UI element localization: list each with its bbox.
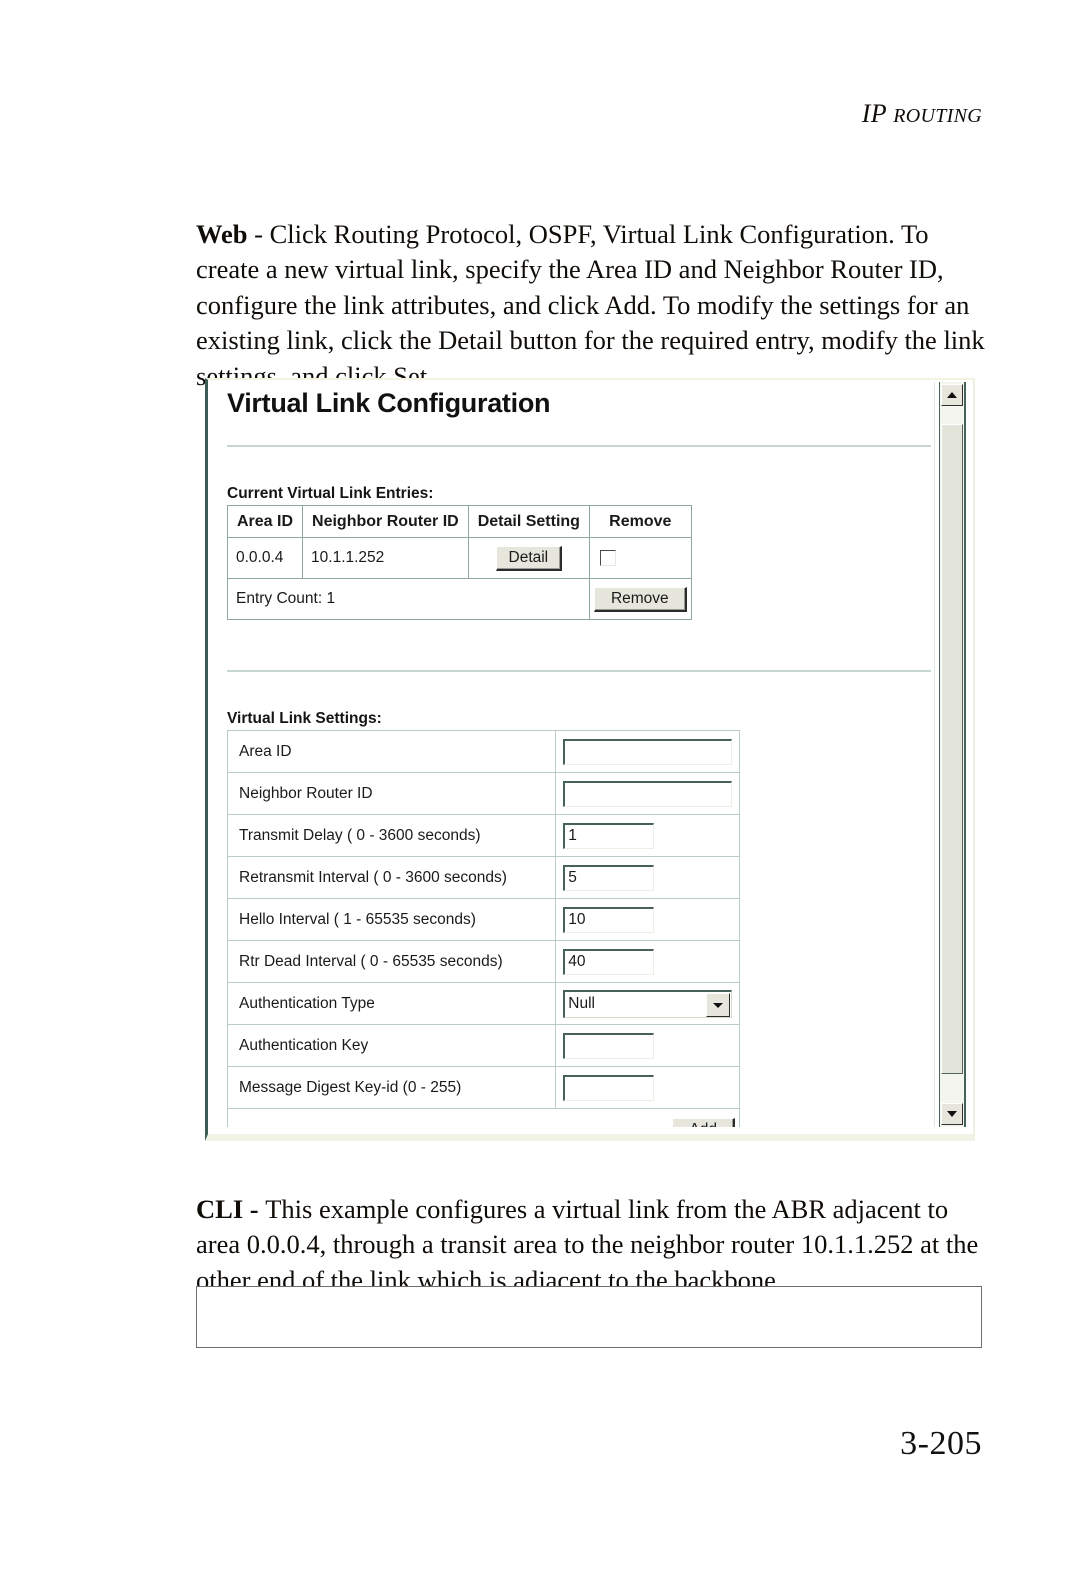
settings-label-hello-interval: Hello Interval ( 1 - 65535 seconds) (226, 898, 557, 941)
column-header-detail-setting: Detail Setting (467, 505, 590, 538)
authentication-type-selected-value: Null (568, 994, 595, 1012)
settings-row-authentication-type: Authentication Type Null (226, 982, 740, 1025)
hello-interval-input[interactable]: 10 (563, 906, 655, 933)
table-row: 0.0.0.4 10.1.1.252 Detail (226, 537, 692, 579)
settings-row-retransmit-interval: Retransmit Interval ( 0 - 3600 seconds) … (226, 856, 740, 899)
cell-remove (588, 537, 692, 579)
current-entries-label: Current Virtual Link Entries: (227, 485, 434, 502)
column-header-remove: Remove (588, 505, 692, 538)
settings-label-transmit-delay: Transmit Delay ( 0 - 3600 seconds) (226, 814, 557, 857)
settings-row-hello-interval: Hello Interval ( 1 - 65535 seconds) 10 (226, 898, 740, 941)
settings-field-neighbor-router-id (555, 772, 740, 815)
paragraph-cli-lead: CLI - (196, 1193, 266, 1224)
authentication-type-select[interactable]: Null (563, 989, 733, 1018)
column-header-area-id: Area ID (226, 505, 304, 538)
settings-field-area-id (555, 730, 740, 773)
paragraph-web: Web - Click Routing Protocol, OSPF, Virt… (196, 217, 986, 395)
settings-row-actions: Add (227, 1108, 740, 1127)
settings-field-retransmit-interval: 5 (555, 856, 740, 899)
retransmit-interval-input[interactable]: 5 (563, 864, 655, 891)
virtual-link-settings-label: Virtual Link Settings: (227, 710, 382, 727)
settings-row-area-id: Area ID (226, 730, 740, 773)
settings-label-authentication-key: Authentication Key (226, 1024, 557, 1067)
paragraph-cli-body: This example configures a virtual link f… (196, 1193, 979, 1295)
table-footer-row: Entry Count: 1 Remove (227, 578, 692, 620)
settings-field-message-digest-key-id (555, 1066, 740, 1109)
running-head-prefix: IP (861, 99, 894, 128)
page-number: 3-205 (900, 1425, 982, 1462)
screenshot-page-content: Virtual Link Configuration Current Virtu… (211, 382, 935, 1127)
console-page-reference: 4-260 (935, 1345, 981, 1347)
settings-label-retransmit-interval: Retransmit Interval ( 0 - 3600 seconds) (226, 856, 557, 899)
settings-label-authentication-type: Authentication Type (226, 982, 557, 1025)
running-head: IP ROUTING (862, 99, 982, 129)
settings-label-message-digest-key-id: Message Digest Key-id (0 - 255) (226, 1066, 557, 1109)
screenshot-frame: Virtual Link Configuration Current Virtu… (205, 378, 975, 1141)
table-header-row: Area ID Neighbor Router ID Detail Settin… (226, 505, 692, 538)
settings-label-neighbor-router-id: Neighbor Router ID (226, 772, 557, 815)
chevron-down-icon[interactable] (706, 992, 731, 1017)
settings-row-authentication-key: Authentication Key (226, 1024, 740, 1067)
settings-field-authentication-type: Null (555, 982, 740, 1025)
rtr-dead-interval-input[interactable]: 40 (563, 948, 655, 975)
vertical-scrollbar[interactable] (934, 382, 971, 1127)
settings-label-area-id: Area ID (226, 730, 557, 773)
column-header-neighbor-router-id: Neighbor Router ID (302, 505, 469, 538)
settings-row-transmit-delay: Transmit Delay ( 0 - 3600 seconds) 1 (226, 814, 740, 857)
console-code-block: Console(config-router)#area 0.0.0.0 virt… (196, 1286, 982, 1348)
scrollbar-thumb[interactable] (941, 424, 963, 1074)
area-id-input[interactable] (563, 738, 733, 765)
divider-top (227, 445, 931, 447)
entry-count-label: Entry Count: 1 (227, 578, 590, 620)
cell-add-action: Add (227, 1108, 740, 1127)
scrollbar-track[interactable] (939, 382, 966, 1127)
virtual-link-settings-table: Area ID Neighbor Router ID Transmit Dela… (226, 730, 740, 1127)
cell-neighbor-router-id: 10.1.1.252 (302, 537, 469, 579)
screenshot-viewport: Virtual Link Configuration Current Virtu… (211, 382, 971, 1127)
scroll-up-icon[interactable] (941, 384, 963, 406)
console-page-reference-text: 4-260 (956, 1345, 981, 1347)
paragraph-web-body: - Click Routing Protocol, OSPF, Virtual … (196, 218, 985, 391)
running-head-smallcaps: ROUTING (893, 105, 982, 127)
message-digest-key-id-input[interactable] (563, 1074, 655, 1101)
divider-middle (227, 670, 931, 672)
settings-row-rtr-dead-interval: Rtr Dead Interval ( 0 - 65535 seconds) 4… (226, 940, 740, 983)
settings-label-rtr-dead-interval: Rtr Dead Interval ( 0 - 65535 seconds) (226, 940, 557, 983)
cell-remove-action: Remove (588, 578, 692, 620)
cell-area-id: 0.0.0.4 (226, 537, 304, 579)
settings-field-transmit-delay: 1 (555, 814, 740, 857)
settings-field-rtr-dead-interval: 40 (555, 940, 740, 983)
add-button[interactable]: Add (672, 1118, 735, 1127)
browser-screenshot-figure: Virtual Link Configuration Current Virtu… (205, 378, 975, 1141)
remove-checkbox[interactable] (599, 549, 616, 566)
settings-row-neighbor-router-id: Neighbor Router ID (226, 772, 740, 815)
current-virtual-link-entries-table: Area ID Neighbor Router ID Detail Settin… (226, 505, 692, 620)
page-title: Virtual Link Configuration (227, 388, 551, 418)
transmit-delay-input[interactable]: 1 (563, 822, 655, 849)
detail-button[interactable]: Detail (495, 545, 563, 571)
neighbor-router-id-input[interactable] (563, 780, 733, 807)
remove-button[interactable]: Remove (593, 586, 687, 612)
console-line-1: Console(config-router)#area 0.0.0.0 virt… (209, 1344, 981, 1347)
cell-detail-setting: Detail (467, 537, 590, 579)
paragraph-cli: CLI - This example configures a virtual … (196, 1192, 986, 1299)
paragraph-web-lead: Web (196, 218, 248, 249)
settings-field-authentication-key (555, 1024, 740, 1067)
settings-field-hello-interval: 10 (555, 898, 740, 941)
scroll-down-icon[interactable] (941, 1103, 963, 1125)
settings-row-message-digest-key-id: Message Digest Key-id (0 - 255) (226, 1066, 740, 1109)
authentication-key-input[interactable] (563, 1032, 655, 1059)
